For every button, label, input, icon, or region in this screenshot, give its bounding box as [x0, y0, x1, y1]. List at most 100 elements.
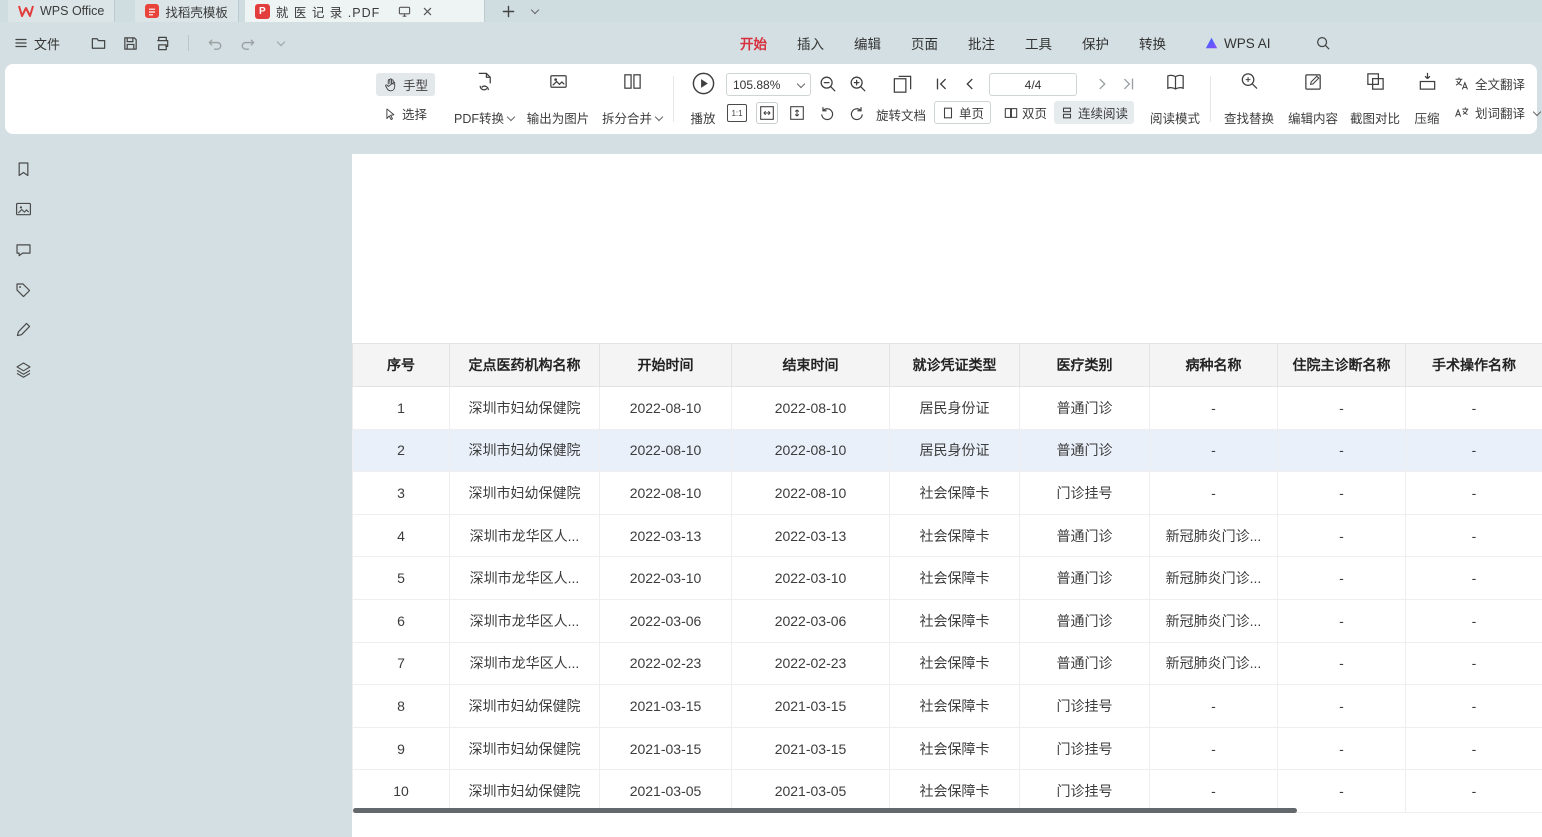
- read-mode-button[interactable]: 阅读模式: [1145, 71, 1205, 127]
- zoom-level-select[interactable]: 105.88%: [726, 73, 811, 96]
- table-cell: 10: [353, 770, 450, 813]
- split-merge-button[interactable]: 拆分合并: [596, 71, 668, 127]
- pdf-convert-icon: [474, 71, 495, 92]
- screenshot-compare-button[interactable]: 截图对比: [1343, 71, 1407, 127]
- rotate-right-icon[interactable]: [846, 102, 868, 124]
- find-replace-button[interactable]: 查找替换: [1217, 71, 1281, 127]
- zoom-out-button[interactable]: [817, 73, 839, 95]
- table-header-cell: 就诊凭证类型: [890, 344, 1020, 387]
- wps-ai-button[interactable]: WPS AI: [1204, 36, 1271, 51]
- present-monitor-icon[interactable]: [398, 5, 411, 18]
- rotate-document-button[interactable]: 旋转文档: [876, 105, 926, 124]
- sidebar-layers-button[interactable]: [12, 358, 34, 380]
- word-translate-button[interactable]: 划词翻译: [1453, 103, 1540, 122]
- fit-width-button[interactable]: [756, 102, 778, 124]
- previous-page-button[interactable]: [959, 73, 981, 95]
- table-cell: -: [1150, 472, 1278, 515]
- table-cell: 门诊挂号: [1020, 685, 1150, 728]
- edit-content-button[interactable]: 编辑内容: [1281, 71, 1345, 127]
- table-cell: -: [1278, 387, 1406, 430]
- table-cell: 门诊挂号: [1020, 727, 1150, 770]
- pdf-convert-button[interactable]: PDF转换: [448, 71, 520, 127]
- tab-protect[interactable]: 保护: [1082, 33, 1109, 53]
- sidebar-thumbnails-button[interactable]: [12, 198, 34, 220]
- tab-list-chevron-icon[interactable]: [521, 0, 545, 22]
- single-page-mode-button[interactable]: 单页: [934, 101, 991, 124]
- tab-home[interactable]: 开始: [740, 33, 767, 53]
- continuous-reading-button[interactable]: 连续阅读: [1054, 101, 1134, 124]
- print-button[interactable]: [150, 31, 174, 55]
- table-cell: 2022-08-10: [600, 387, 732, 430]
- table-header-cell: 手术操作名称: [1406, 344, 1542, 387]
- tab-convert[interactable]: 转换: [1139, 33, 1166, 53]
- zoom-in-button[interactable]: [847, 73, 869, 95]
- new-tab-button[interactable]: [497, 0, 521, 22]
- continuous-reading-label: 连续阅读: [1078, 103, 1128, 122]
- page-number-input[interactable]: 4/4: [989, 73, 1077, 96]
- sidebar-comments-button[interactable]: [12, 239, 34, 261]
- play-button[interactable]: 播放: [681, 71, 725, 127]
- export-image-button[interactable]: 输出为图片: [520, 71, 596, 127]
- table-cell: -: [1278, 642, 1406, 685]
- table-row: 2深圳市妇幼保健院2022-08-102022-08-10居民身份证普通门诊--…: [353, 429, 1542, 472]
- comment-bubble-icon: [14, 241, 33, 260]
- undo-history-chevron-icon[interactable]: [267, 31, 291, 55]
- tab-document[interactable]: P 就 医 记 录 .PDF: [245, 0, 485, 22]
- single-page-icon: [941, 106, 955, 120]
- close-tab-icon[interactable]: [423, 7, 432, 16]
- hand-tool-button[interactable]: 手型: [376, 73, 435, 96]
- hamburger-icon: [14, 36, 28, 50]
- tab-wps-home[interactable]: WPS Office: [8, 0, 115, 22]
- tab-insert[interactable]: 插入: [797, 33, 824, 53]
- full-translate-button[interactable]: 全文翻译: [1453, 74, 1525, 93]
- select-tool-button[interactable]: 选择: [376, 102, 434, 125]
- table-cell: -: [1406, 727, 1542, 770]
- table-cell: 普通门诊: [1020, 514, 1150, 557]
- word-translate-label: 划词翻译: [1475, 103, 1525, 122]
- redo-button[interactable]: [235, 31, 259, 55]
- next-page-button[interactable]: [1091, 73, 1113, 95]
- split-merge-label: 拆分合并: [602, 108, 652, 127]
- wps-logo-icon: [18, 5, 34, 17]
- table-cell: 2022-03-06: [600, 599, 732, 642]
- rotate-document-label: 旋转文档: [876, 105, 926, 124]
- table-cell: 2022-02-23: [732, 642, 890, 685]
- table-cell: 8: [353, 685, 450, 728]
- tab-comment[interactable]: 批注: [968, 33, 995, 53]
- sidebar-tags-button[interactable]: [12, 279, 34, 301]
- table-header-cell: 病种名称: [1150, 344, 1278, 387]
- continuous-reading-icon: [1060, 106, 1074, 120]
- table-header-cell: 序号: [353, 344, 450, 387]
- pdf-convert-label: PDF转换: [454, 108, 504, 127]
- table-cell: 普通门诊: [1020, 429, 1150, 472]
- file-menu-button[interactable]: 文件: [14, 34, 60, 53]
- first-page-button[interactable]: [931, 73, 953, 95]
- compress-button[interactable]: 压缩: [1405, 71, 1449, 127]
- sidebar-annotate-pen-button[interactable]: [12, 318, 34, 340]
- rotate-left-icon[interactable]: [816, 102, 838, 124]
- tab-tools[interactable]: 工具: [1025, 33, 1052, 53]
- table-cell: 深圳市龙华区人...: [450, 642, 600, 685]
- zoom-level-value: 105.88%: [733, 78, 780, 92]
- table-cell: 4: [353, 514, 450, 557]
- edit-content-label: 编辑内容: [1288, 108, 1338, 127]
- tab-edit[interactable]: 编辑: [854, 33, 881, 53]
- tab-docer-templates[interactable]: 找稻壳模板: [135, 0, 239, 22]
- table-cell: -: [1278, 514, 1406, 557]
- one-to-one-zoom-button[interactable]: 1:1: [726, 102, 748, 124]
- file-menu-label: 文件: [34, 34, 60, 53]
- tab-page[interactable]: 页面: [911, 33, 938, 53]
- fit-height-button[interactable]: [786, 102, 808, 124]
- sidebar-bookmarks-button[interactable]: [12, 158, 34, 180]
- table-header-cell: 开始时间: [600, 344, 732, 387]
- export-image-label: 输出为图片: [527, 108, 590, 127]
- table-row: 7深圳市龙华区人...2022-02-232022-02-23社会保障卡普通门诊…: [353, 642, 1542, 685]
- undo-button[interactable]: [203, 31, 227, 55]
- table-cell: -: [1278, 770, 1406, 813]
- last-page-button[interactable]: [1117, 73, 1139, 95]
- fit-page-icon[interactable]: [889, 71, 915, 97]
- save-button[interactable]: [118, 31, 142, 55]
- menubar-search-icon[interactable]: [1315, 35, 1331, 51]
- open-file-button[interactable]: [86, 31, 110, 55]
- horizontal-scrollbar[interactable]: [353, 808, 1297, 813]
